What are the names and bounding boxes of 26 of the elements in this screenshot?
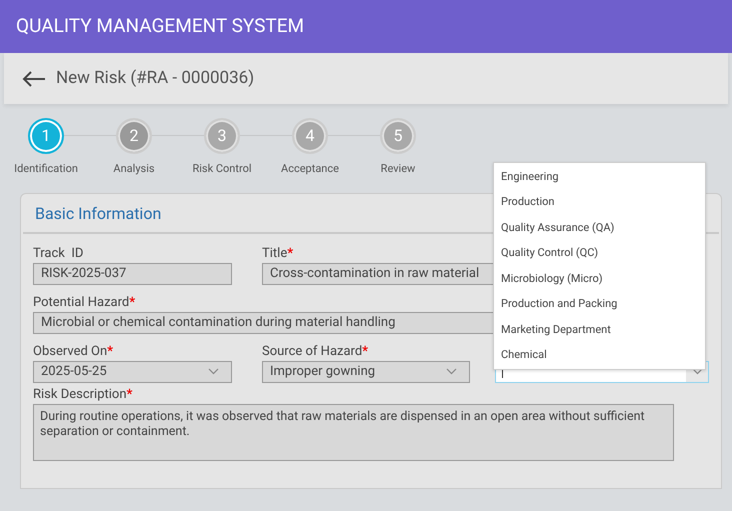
section-title: Basic Information xyxy=(35,204,162,222)
step-label: Analysis xyxy=(113,161,155,177)
select-field[interactable]: 2025-05-25 xyxy=(33,360,232,382)
field-label: Title* xyxy=(262,246,294,262)
dropdown-option[interactable]: Chemical xyxy=(494,342,705,368)
description-textarea[interactable]: During routine operations, it was observed that raw materials are dispensed in an open area without sufficient separation or containment. xyxy=(33,404,674,460)
back-arrow-icon[interactable] xyxy=(22,70,46,86)
field-label: Track ID xyxy=(33,246,84,262)
input-field[interactable]: RISK-2025-037 xyxy=(33,262,232,284)
chevron-down-icon xyxy=(692,368,702,375)
step-label: Review xyxy=(380,161,416,177)
dropdown-option[interactable]: Engineering xyxy=(494,164,705,190)
chevron-down-icon xyxy=(446,368,457,375)
field-label: Source of Hazard* xyxy=(262,344,368,360)
step-label: Risk Control xyxy=(192,161,252,177)
chevron-down-icon xyxy=(208,368,219,375)
app-title: QUALITY MANAGEMENT SYSTEM xyxy=(16,13,304,40)
dropdown-option[interactable]: Production xyxy=(494,190,705,215)
field-label: Observed On* xyxy=(33,344,114,360)
field-label: Risk Description* xyxy=(33,386,132,402)
step-label: Identification xyxy=(14,161,78,177)
field-label: Potential Hazard* xyxy=(33,294,136,310)
select-field[interactable]: Improper gowning xyxy=(262,360,470,382)
step-label: Acceptance xyxy=(281,161,339,177)
dropdown-option[interactable]: Quality Assurance (QA) xyxy=(494,215,705,240)
page-title: New Risk (#RA - 0000036) xyxy=(56,66,254,90)
